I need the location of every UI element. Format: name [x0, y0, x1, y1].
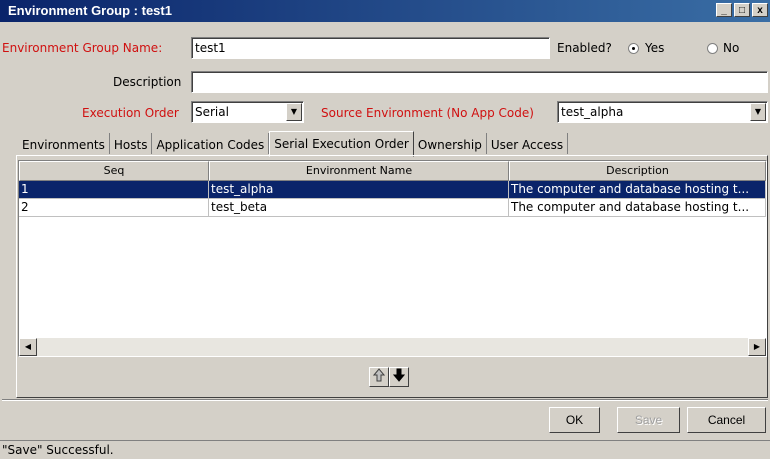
table-row[interactable]: 1 test_alpha The computer and database h…: [19, 181, 766, 199]
tab-hosts[interactable]: Hosts: [110, 133, 153, 154]
tab-bar: Environments Hosts Application Codes Ser…: [18, 131, 569, 157]
enabled-no-label: No: [723, 41, 740, 55]
divider: [2, 399, 768, 401]
arrow-down-icon: [392, 368, 406, 382]
enabled-yes-radio[interactable]: [628, 43, 639, 54]
tab-ownership[interactable]: Ownership: [414, 133, 487, 154]
window-title: Environment Group : test1: [8, 3, 172, 18]
source-env-value: test_alpha: [561, 105, 624, 119]
arrow-up-icon: [372, 368, 386, 382]
source-env-label: Source Environment (No App Code): [321, 106, 534, 120]
ok-button[interactable]: OK: [549, 407, 600, 433]
enabled-yes-label: Yes: [645, 41, 665, 55]
title-bar[interactable]: Environment Group : test1 _ □ x: [0, 0, 770, 22]
cell-description: The computer and database hosting t...: [509, 199, 766, 217]
enabled-no-radio[interactable]: [707, 43, 718, 54]
group-name-label: Environment Group Name:: [2, 41, 163, 55]
environment-group-window: Environment Group : test1 _ □ x Environm…: [0, 0, 770, 459]
cell-seq: 1: [19, 181, 209, 199]
scroll-left-icon[interactable]: ◀: [19, 338, 37, 356]
cancel-button[interactable]: Cancel: [687, 407, 766, 433]
cell-environment-name: test_beta: [209, 199, 509, 217]
cell-seq: 2: [19, 199, 209, 217]
tab-serial-execution-order[interactable]: Serial Execution Order: [269, 131, 414, 157]
horizontal-scrollbar[interactable]: ◀ ▶: [19, 338, 766, 356]
cell-environment-name: test_alpha: [209, 181, 509, 199]
chevron-down-icon[interactable]: ▼: [750, 103, 766, 121]
tab-application-codes[interactable]: Application Codes: [152, 133, 270, 154]
execution-order-table[interactable]: Seq Environment Name Description 1 test_…: [18, 160, 767, 357]
group-name-input[interactable]: test1: [191, 37, 550, 59]
status-bar: "Save" Successful.: [0, 440, 770, 459]
tab-environments[interactable]: Environments: [18, 133, 110, 154]
move-down-button[interactable]: [389, 367, 409, 387]
close-button[interactable]: x: [752, 3, 768, 17]
move-up-button[interactable]: [369, 367, 389, 387]
column-header-environment-name[interactable]: Environment Name: [209, 161, 509, 181]
execution-order-label: Execution Order: [82, 106, 179, 120]
maximize-button[interactable]: □: [734, 3, 750, 17]
minimize-button[interactable]: _: [716, 3, 732, 17]
tab-user-access[interactable]: User Access: [487, 133, 569, 154]
column-header-description[interactable]: Description: [509, 161, 766, 181]
description-label: Description: [113, 75, 182, 89]
column-header-seq[interactable]: Seq: [19, 161, 209, 181]
execution-order-value: Serial: [195, 105, 229, 119]
chevron-down-icon[interactable]: ▼: [286, 103, 302, 121]
execution-order-select[interactable]: Serial ▼: [191, 101, 304, 123]
scroll-right-icon[interactable]: ▶: [748, 338, 766, 356]
description-input[interactable]: [191, 71, 768, 93]
cell-description: The computer and database hosting t...: [509, 181, 766, 199]
source-env-select[interactable]: test_alpha ▼: [557, 101, 768, 123]
table-row[interactable]: 2 test_beta The computer and database ho…: [19, 199, 766, 217]
save-button[interactable]: Save: [617, 407, 680, 433]
enabled-label: Enabled?: [557, 41, 612, 55]
